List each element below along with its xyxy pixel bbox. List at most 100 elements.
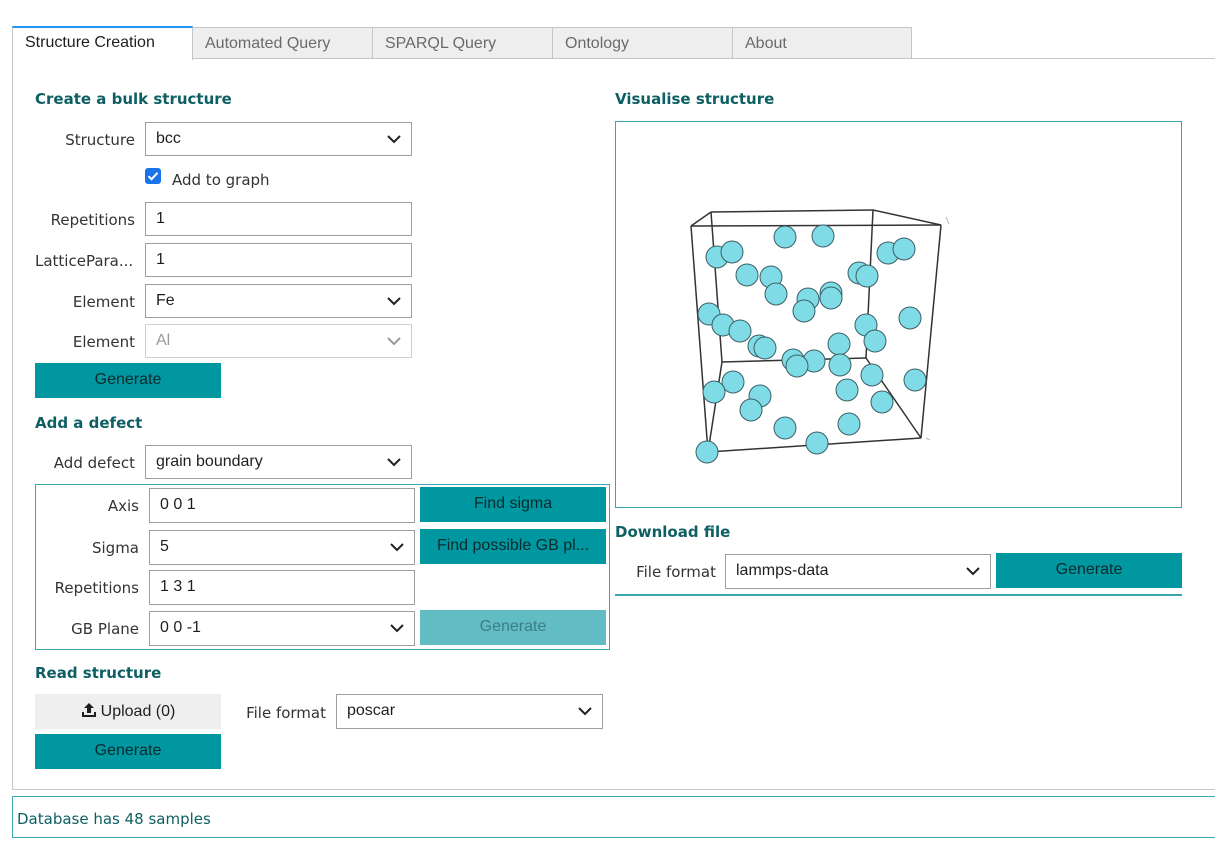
add-defect-value: grain boundary: [156, 453, 263, 470]
atom: [870, 390, 894, 414]
tab-structure-creation[interactable]: Structure Creation: [12, 26, 193, 60]
atom: [695, 440, 719, 464]
atom: [855, 264, 879, 288]
repetitions-label: Repetitions: [50, 211, 135, 229]
read-file-format-label: File format: [246, 704, 326, 722]
atom: [785, 354, 809, 378]
atom: [903, 368, 927, 392]
repetitions-input[interactable]: 1: [145, 202, 412, 236]
axis-input[interactable]: 0 0 1: [149, 488, 415, 523]
defect-repetitions-input[interactable]: 1 3 1: [149, 570, 415, 605]
tab-about[interactable]: About: [732, 27, 912, 59]
upload-button[interactable]: Upload (0): [35, 694, 221, 729]
read-file-format-select[interactable]: poscar: [336, 694, 603, 729]
chevron-down-icon: [387, 135, 401, 144]
atom: [753, 336, 777, 360]
sigma-value: 5: [160, 538, 169, 555]
axis-label: Axis: [107, 497, 139, 515]
structure-select[interactable]: bcc: [145, 122, 412, 156]
defect-repetitions-label: Repetitions: [54, 579, 139, 597]
visualise-section-title: Visualise structure: [615, 90, 775, 108]
add-defect-select[interactable]: grain boundary: [145, 445, 412, 479]
chevron-down-icon: [966, 567, 980, 576]
element-label: Element: [72, 293, 135, 311]
atom: [728, 319, 752, 343]
atom: [837, 412, 861, 436]
atom: [835, 378, 859, 402]
bulk-generate-button[interactable]: Generate: [35, 363, 221, 398]
element-select[interactable]: Fe: [145, 284, 412, 318]
read-generate-button[interactable]: Generate: [35, 734, 221, 769]
crystal-structure-plot[interactable]: [616, 122, 1181, 507]
atom: [863, 329, 887, 353]
defect-section-title: Add a defect: [35, 414, 143, 432]
element-2-value: Al: [156, 332, 171, 349]
download-file-format-value: lammps-data: [736, 562, 829, 579]
element-2-select: Al: [145, 324, 412, 358]
element-2-label: Element: [72, 333, 135, 351]
read-file-format-value: poscar: [347, 702, 396, 719]
chevron-down-icon: [387, 337, 401, 346]
chevron-down-icon: [387, 458, 401, 467]
element-value: Fe: [156, 292, 175, 309]
check-icon: [147, 172, 159, 181]
atom: [805, 431, 829, 455]
upload-icon: [81, 703, 96, 717]
structure-label: Structure: [65, 131, 135, 149]
repetitions-value: 1: [156, 210, 165, 227]
download-file-format-select[interactable]: lammps-data: [725, 554, 991, 589]
tab-label: SPARQL Query: [385, 35, 497, 52]
atom: [898, 306, 922, 330]
axis-value: 0 0 1: [160, 496, 196, 513]
sigma-label: Sigma: [91, 539, 139, 557]
add-to-graph-label: Add to graph: [172, 171, 270, 189]
tab-label: Ontology: [565, 35, 630, 52]
status-text: Database has 48 samples: [17, 810, 211, 828]
status-bar: Database has 48 samples: [12, 796, 1215, 838]
lattice-parameter-value: 1: [156, 251, 165, 268]
atom: [764, 282, 788, 306]
gb-plane-value: 0 0 -1: [160, 619, 201, 636]
chevron-down-icon: [390, 624, 404, 633]
atom: [860, 363, 884, 387]
tab-label: Structure Creation: [25, 34, 155, 51]
tab-ontology[interactable]: Ontology: [552, 27, 733, 59]
atom: [773, 225, 797, 249]
tab-label: About: [745, 35, 787, 52]
chevron-down-icon: [578, 707, 592, 716]
atom: [828, 353, 852, 377]
atom: [773, 416, 797, 440]
bulk-section-title: Create a bulk structure: [35, 90, 232, 108]
tab-label: Automated Query: [205, 35, 331, 52]
atom: [721, 370, 745, 394]
find-sigma-button[interactable]: Find sigma: [420, 487, 606, 522]
atom: [811, 224, 835, 248]
gb-plane-select[interactable]: 0 0 -1: [149, 611, 415, 646]
tab-sparql-query[interactable]: SPARQL Query: [372, 27, 553, 59]
atom: [819, 286, 843, 310]
lattice-parameter-input[interactable]: 1: [145, 243, 412, 277]
structure-viewer[interactable]: [615, 121, 1182, 508]
read-section-title: Read structure: [35, 664, 162, 682]
atom: [739, 398, 763, 422]
gb-plane-label: GB Plane: [71, 620, 139, 638]
find-gb-planes-button[interactable]: Find possible GB pl...: [420, 529, 606, 564]
download-section-title: Download file: [615, 523, 731, 541]
lattice-parameter-label: LatticePara...: [35, 252, 134, 270]
chevron-down-icon: [387, 297, 401, 306]
defect-generate-button: Generate: [420, 610, 606, 645]
sigma-select[interactable]: 5: [149, 530, 415, 565]
atom: [827, 332, 851, 356]
chevron-down-icon: [390, 543, 404, 552]
defect-repetitions-value: 1 3 1: [160, 578, 196, 595]
atom: [702, 380, 726, 404]
add-to-graph-checkbox[interactable]: [145, 168, 161, 184]
download-generate-button[interactable]: Generate: [996, 553, 1182, 588]
download-file-format-label: File format: [636, 563, 716, 581]
tab-automated-query[interactable]: Automated Query: [192, 27, 373, 59]
atom: [792, 299, 816, 323]
atom: [735, 263, 759, 287]
atom: [720, 240, 744, 264]
upload-label: Upload (0): [100, 703, 176, 720]
add-defect-label: Add defect: [53, 454, 135, 472]
